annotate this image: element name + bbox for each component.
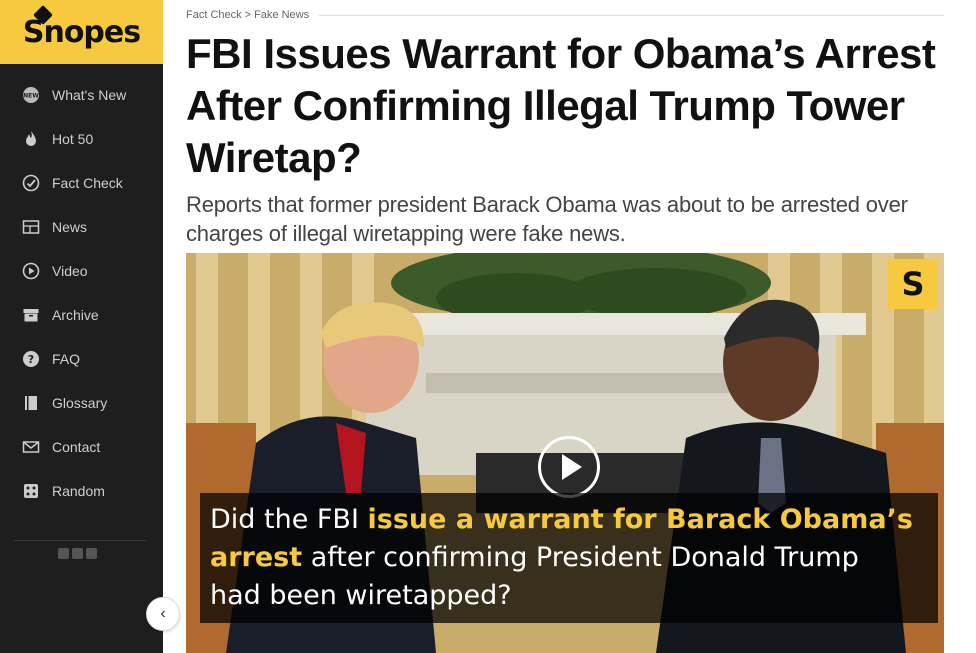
question-circle-icon: ? <box>22 350 40 368</box>
sidebar-nav: NEW What's New Hot 50 Fact Check News Vi… <box>0 64 163 513</box>
sidebar-item-label: News <box>52 219 88 235</box>
breadcrumb: Fact Check > Fake News <box>186 9 309 21</box>
caption-highlight: arrest <box>210 542 303 573</box>
breadcrumb-separator: > <box>244 9 252 21</box>
article-main: Fact Check > Fake News FBI Issues Warrant … <box>186 0 944 248</box>
sidebar-item-news[interactable]: News <box>0 205 163 249</box>
check-circle-icon <box>22 174 40 192</box>
sidebar-item-random[interactable]: Random <box>0 469 163 513</box>
sidebar-collapse-button[interactable]: ‹ <box>146 597 180 631</box>
caption-text: after confirming President Donald Trump <box>302 542 859 573</box>
article-subtitle: Reports that former president Barack Oba… <box>186 192 908 246</box>
sidebar-item-label: Contact <box>52 439 101 455</box>
sidebar-item-glossary[interactable]: Glossary <box>0 381 163 425</box>
sidebar-item-whats-new[interactable]: NEW What's New <box>0 73 163 117</box>
breadcrumb-link-fact-check[interactable]: Fact Check <box>186 9 242 21</box>
sidebar-item-label: Hot 50 <box>52 131 94 147</box>
sidebar-item-label: Video <box>52 263 88 279</box>
svg-text:?: ? <box>28 353 34 366</box>
twitter-icon[interactable] <box>72 548 83 559</box>
sidebar-divider <box>14 540 146 541</box>
sidebar-item-label: Random <box>52 483 105 499</box>
sidebar: Snopes NEW What's New Hot 50 Fact Check … <box>0 0 163 653</box>
dice-icon <box>22 482 40 500</box>
sidebar-item-label: Archive <box>52 307 99 323</box>
video-player[interactable]: S Did the FBI issue a warrant for Barack… <box>186 253 944 653</box>
book-icon <box>22 394 40 412</box>
chevron-left-icon: ‹ <box>160 605 166 622</box>
caption-text: Did the FBI <box>210 504 368 535</box>
video-caption: Did the FBI issue a warrant for Barack O… <box>200 493 938 623</box>
snopes-logo[interactable]: Snopes <box>0 0 163 64</box>
breadcrumb-link-fake-news[interactable]: Fake News <box>254 9 309 21</box>
caption-text: had been wiretapped? <box>210 580 512 611</box>
sidebar-item-label: What's New <box>52 87 127 103</box>
sidebar-item-contact[interactable]: Contact <box>0 425 163 469</box>
sidebar-item-faq[interactable]: ? FAQ <box>0 337 163 381</box>
snopes-badge: S <box>888 259 938 309</box>
flame-icon <box>22 130 40 148</box>
breadcrumb-rule <box>319 14 944 16</box>
caption-line-2: arrest after confirming President Donald… <box>210 539 928 577</box>
new-badge-icon: NEW <box>22 86 40 104</box>
sidebar-item-label: Fact Check <box>52 175 123 191</box>
sidebar-item-fact-check[interactable]: Fact Check <box>0 161 163 205</box>
sidebar-item-label: FAQ <box>52 351 81 367</box>
breadcrumb-row: Fact Check > Fake News <box>186 6 944 24</box>
caption-line-1: Did the FBI issue a warrant for Barack O… <box>210 501 928 539</box>
caption-line-3: had been wiretapped? <box>210 577 928 615</box>
sidebar-item-video[interactable]: Video <box>0 249 163 293</box>
archive-box-icon <box>22 306 40 324</box>
caption-highlight: issue a warrant for Barack Obama’s <box>367 504 913 535</box>
sidebar-item-hot-50[interactable]: Hot 50 <box>0 117 163 161</box>
youtube-icon[interactable] <box>86 548 97 559</box>
envelope-icon <box>22 438 40 456</box>
play-icon <box>562 454 582 480</box>
facebook-icon[interactable] <box>58 548 69 559</box>
sidebar-item-label: Glossary <box>52 395 108 411</box>
social-links <box>58 548 97 559</box>
badge-letter: S <box>901 265 925 303</box>
newspaper-icon <box>22 218 40 236</box>
play-button[interactable] <box>538 436 600 498</box>
sidebar-item-archive[interactable]: Archive <box>0 293 163 337</box>
article-title: FBI Issues Warrant for Obama’s Arrest Af… <box>186 30 936 181</box>
svg-text:NEW: NEW <box>23 93 39 100</box>
play-circle-icon <box>22 262 40 280</box>
